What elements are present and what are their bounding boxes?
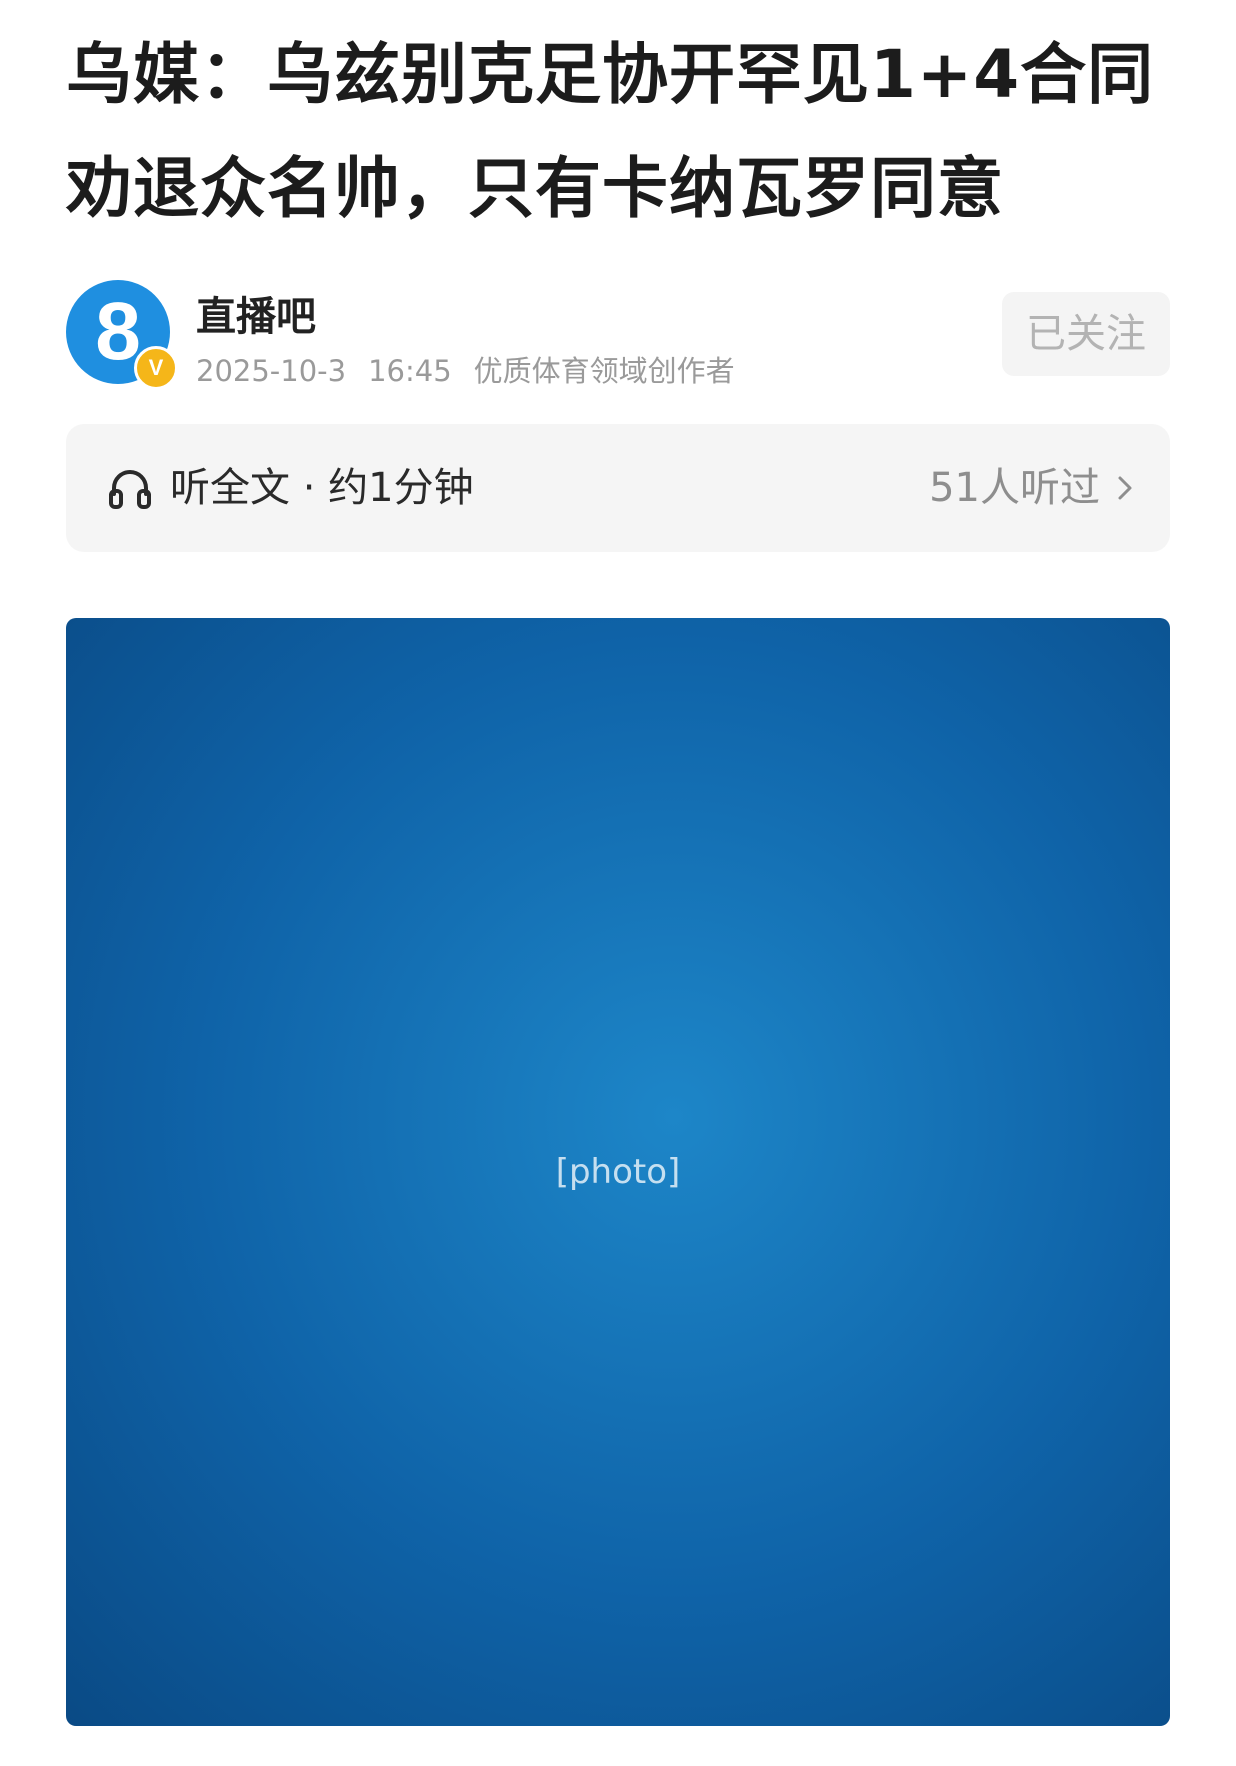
article-image[interactable]: [photo] [66, 618, 1170, 1726]
author-name[interactable]: 直播吧 [196, 284, 316, 342]
author-credential: 优质体育领域创作者 [473, 354, 735, 388]
image-placeholder: [photo] [555, 1152, 681, 1192]
listen-count: 51人听过 [929, 465, 1100, 511]
author-meta: 2025-10-3 16:45 优质体育领域创作者 [196, 348, 757, 390]
verified-badge-icon: V [134, 346, 178, 390]
author-row: 8 V 直播吧 2025-10-3 16:45 优质体育领域创作者 已关注 [66, 280, 1170, 390]
publish-date: 2025-10-3 [196, 354, 347, 388]
author-avatar[interactable]: 8 V [66, 280, 178, 390]
follow-button[interactable]: 已关注 [1002, 292, 1170, 376]
publish-time: 16:45 [368, 354, 452, 388]
article-title: 乌媒：乌兹别克足协开罕见1+4合同劝退众名帅，只有卡纳瓦罗同意 [66, 36, 1155, 227]
headphone-icon [109, 470, 151, 509]
listen-label: 听全文 · 约1分钟 [170, 465, 474, 511]
chevron-right-icon [1118, 476, 1132, 500]
listen-full-text-bar[interactable]: 听全文 · 约1分钟 51人听过 [66, 424, 1170, 552]
